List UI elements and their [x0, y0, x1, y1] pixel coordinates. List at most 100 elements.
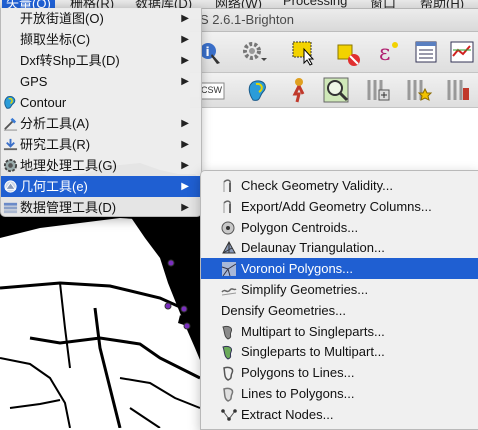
- geometry-tools-submenu: Check Geometry Validity... Export/Add Ge…: [200, 170, 478, 430]
- multipart-icon: [221, 324, 237, 340]
- window-titlebar: S 2.6.1-Brighton: [190, 9, 478, 32]
- submenu-arrow-icon: ▶: [181, 181, 189, 192]
- expression-select-icon[interactable]: ε: [375, 38, 403, 66]
- submenu-item-label: Check Geometry Validity...: [241, 178, 393, 193]
- map-road: [29, 336, 201, 380]
- submenu-item-label: Voronoi Polygons...: [241, 261, 354, 277]
- submenu-item-label: Multipart to Singleparts...: [241, 323, 385, 339]
- menu-item-label: 分析工具(A): [20, 116, 90, 131]
- vector-menu: 开放街道图(O) ▶ 撷取坐标(C) ▶ Dxf转Shp工具(D) ▶ GPS …: [0, 8, 202, 217]
- menu-item-data-management[interactable]: 数据管理工具(D) ▶: [1, 197, 201, 218]
- menu-item-label: Contour: [20, 95, 67, 110]
- submenu-arrow-icon: ▶: [181, 202, 189, 213]
- attribute-table-icon[interactable]: [412, 38, 440, 66]
- submenu-item-label: Extract Nodes...: [241, 406, 334, 422]
- analysis-tools-icon: [3, 116, 18, 131]
- delaunay-icon: [221, 240, 237, 256]
- layer-star-icon[interactable]: [405, 76, 433, 104]
- submenu-arrow-icon: ▶: [181, 34, 189, 45]
- submenu-item-label: Simplify Geometries...: [241, 281, 369, 297]
- lines-to-polygons-icon: [221, 386, 237, 402]
- submenu-item-singleparts-to-multipart[interactable]: Singleparts to Multipart...: [201, 341, 478, 362]
- submenu-arrow-icon: ▶: [181, 139, 189, 150]
- extract-nodes-icon: [221, 407, 237, 423]
- settings-dropdown-icon[interactable]: [240, 38, 268, 66]
- menu-item-analysis-tools[interactable]: 分析工具(A) ▶: [1, 113, 201, 134]
- svg-text:i: i: [206, 45, 210, 59]
- map-road: [129, 407, 161, 428]
- map-land-east: [130, 216, 200, 360]
- submenu-item-extract-nodes[interactable]: Extract Nodes...: [201, 404, 478, 425]
- map-road: [0, 357, 71, 428]
- statistics-icon[interactable]: [448, 38, 476, 66]
- submenu-item-check-geometry[interactable]: Check Geometry Validity...: [201, 175, 478, 196]
- map-point: [180, 305, 188, 313]
- submenu-item-label: Polygon Centroids...: [241, 219, 359, 235]
- svg-text:ε: ε: [379, 41, 390, 66]
- data-management-icon: [3, 200, 18, 215]
- deselect-icon[interactable]: [335, 40, 363, 68]
- submenu-arrow-icon: ▶: [181, 160, 189, 171]
- singleparts-icon: [221, 344, 237, 360]
- submenu-item-simplify[interactable]: Simplify Geometries...: [201, 279, 478, 300]
- window-title: S 2.6.1-Brighton: [200, 12, 294, 27]
- submenu-item-polygon-centroids[interactable]: Polygon Centroids...: [201, 217, 478, 238]
- menu-item-contour[interactable]: Contour: [1, 92, 201, 113]
- submenu-item-label: Polygons to Lines...: [241, 365, 355, 381]
- menu-item-gps[interactable]: GPS ▶: [1, 71, 201, 92]
- menu-item-dxf2shp[interactable]: Dxf转Shp工具(D) ▶: [1, 50, 201, 71]
- research-tools-icon: [3, 137, 18, 152]
- submenu-item-label: Singleparts to Multipart...: [241, 344, 385, 360]
- menu-item-label: 开放街道图(O): [20, 11, 104, 26]
- csw-label: CSW: [201, 85, 222, 95]
- georeferencer-icon[interactable]: [245, 76, 273, 104]
- geoprocessing-icon: [3, 158, 18, 173]
- map-road: [59, 282, 71, 369]
- simplify-icon: [221, 282, 237, 298]
- menu-help[interactable]: 帮助(H): [420, 0, 464, 8]
- contour-icon: [3, 95, 18, 110]
- menu-item-label: Dxf转Shp工具(D): [20, 53, 120, 68]
- voronoi-icon: [221, 261, 237, 277]
- map-road: [9, 399, 61, 409]
- submenu-arrow-icon: ▶: [181, 13, 189, 24]
- toolbar-row-1: i ε: [190, 32, 478, 73]
- export-geometry-icon: [221, 199, 237, 215]
- menu-window[interactable]: 窗口: [370, 0, 396, 8]
- menu-item-label: 几何工具(e): [20, 179, 88, 194]
- submenu-item-label: Lines to Polygons...: [241, 385, 355, 401]
- submenu-item-label: Delaunay Triangulation...: [241, 240, 385, 256]
- menu-item-label: 撷取坐标(C): [20, 32, 91, 47]
- menu-item-geometry-tools[interactable]: 几何工具(e) ▶: [1, 176, 201, 197]
- layer-remove-icon[interactable]: [445, 76, 473, 104]
- submenu-arrow-icon: ▶: [181, 55, 189, 66]
- menu-item-geoprocessing[interactable]: 地理处理工具(G) ▶: [1, 155, 201, 176]
- submenu-item-densify[interactable]: Densify Geometries...: [201, 300, 478, 321]
- menu-processing[interactable]: Processing: [283, 0, 347, 8]
- person-icon[interactable]: [285, 76, 313, 104]
- menu-item-research-tools[interactable]: 研究工具(R) ▶: [1, 134, 201, 155]
- submenu-item-polygons-to-lines[interactable]: Polygons to Lines...: [201, 362, 478, 383]
- csw-button[interactable]: CSW: [198, 77, 226, 105]
- layer-add-icon[interactable]: [365, 76, 393, 104]
- check-geometry-icon: [221, 178, 237, 194]
- menu-item-label: 数据管理工具(D): [20, 200, 117, 215]
- menu-item-openstreetmap[interactable]: 开放街道图(O) ▶: [1, 8, 201, 29]
- submenu-item-label: Densify Geometries...: [221, 302, 346, 318]
- map-point: [167, 259, 175, 267]
- submenu-item-export-geometry[interactable]: Export/Add Geometry Columns...: [201, 196, 478, 217]
- menu-item-coordinate-capture[interactable]: 撷取坐标(C) ▶: [1, 29, 201, 50]
- submenu-item-multipart-to-singleparts[interactable]: Multipart to Singleparts...: [201, 321, 478, 342]
- map-road: [93, 307, 122, 428]
- select-features-icon[interactable]: [290, 38, 318, 66]
- menu-web[interactable]: 网络(W): [215, 0, 262, 8]
- submenu-item-label: Export/Add Geometry Columns...: [241, 198, 432, 214]
- submenu-item-lines-to-polygons[interactable]: Lines to Polygons...: [201, 383, 478, 404]
- map-point: [183, 322, 191, 330]
- submenu-item-delaunay[interactable]: Delaunay Triangulation...: [201, 237, 478, 258]
- polygons-to-lines-icon: [221, 365, 237, 381]
- geometry-tools-icon: [3, 179, 18, 194]
- zoom-map-icon[interactable]: [322, 76, 350, 104]
- centroids-icon: [221, 220, 237, 236]
- submenu-item-voronoi[interactable]: Voronoi Polygons...: [201, 258, 478, 279]
